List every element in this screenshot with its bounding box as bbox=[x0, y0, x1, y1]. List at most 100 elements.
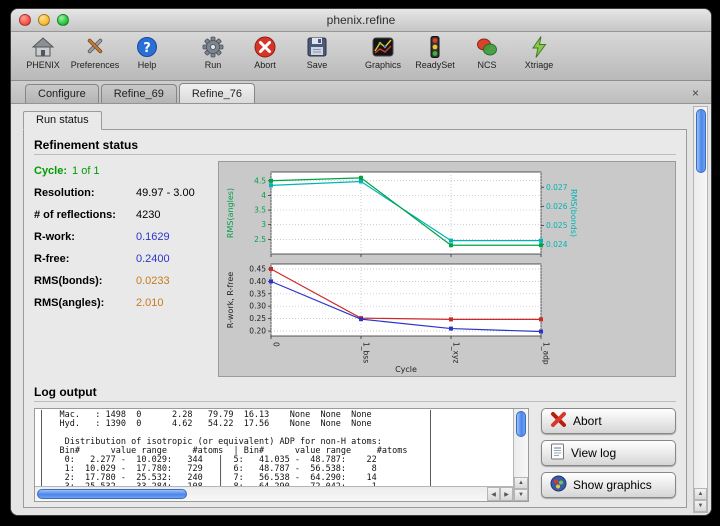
log-horizontal-scrollbar[interactable]: ◀ ▶ bbox=[35, 486, 513, 501]
svg-text:0.027: 0.027 bbox=[546, 183, 568, 192]
toolbar-label: ReadySet bbox=[415, 60, 455, 70]
toolbar-label: Xtriage bbox=[525, 60, 554, 70]
stat-reflections: # of reflections: 4230 bbox=[34, 209, 216, 221]
toolbar-label: PHENIX bbox=[26, 60, 60, 70]
stat-label: Resolution: bbox=[34, 187, 136, 199]
svg-text:?: ? bbox=[143, 41, 151, 56]
toolbar-label: Save bbox=[307, 60, 328, 70]
log-scroll-up-button[interactable]: ▲ bbox=[514, 477, 528, 489]
abort-button-label: Abort bbox=[573, 414, 602, 428]
svg-text:1_xyz: 1_xyz bbox=[452, 342, 461, 363]
toolbar-label: Graphics bbox=[365, 60, 401, 70]
log-hscroll-thumb[interactable] bbox=[37, 489, 187, 499]
refinement-stats: Cycle: 1 of 1 Resolution: 49.97 - 3.00 #… bbox=[34, 161, 216, 319]
svg-text:R-work, R-free: R-work, R-free bbox=[226, 272, 235, 329]
svg-text:0.30: 0.30 bbox=[249, 302, 266, 311]
xtriage-bolt-icon bbox=[527, 35, 551, 59]
phenix-home-icon bbox=[31, 35, 55, 59]
refinement-area: Cycle: 1 of 1 Resolution: 49.97 - 3.00 #… bbox=[34, 161, 676, 379]
help-icon: ? bbox=[135, 35, 159, 59]
window-title: phenix.refine bbox=[11, 13, 711, 27]
svg-text:4: 4 bbox=[261, 191, 266, 200]
main-vscroll-thumb[interactable] bbox=[696, 109, 706, 173]
tab-close-button[interactable]: × bbox=[688, 86, 703, 103]
stat-value: 2.010 bbox=[136, 297, 164, 309]
stat-value: 49.97 - 3.00 bbox=[136, 187, 195, 199]
svg-text:0.45: 0.45 bbox=[249, 264, 266, 273]
tab-run-status[interactable]: Run status bbox=[23, 111, 102, 130]
svg-text:3.5: 3.5 bbox=[254, 206, 266, 215]
stat-value: 0.1629 bbox=[136, 231, 170, 243]
stat-label: # of reflections: bbox=[34, 209, 136, 221]
action-buttons: Abort View log Show graphi bbox=[541, 408, 676, 498]
svg-text:0.026: 0.026 bbox=[546, 202, 568, 211]
abort-x-icon bbox=[550, 411, 567, 431]
log-output-box[interactable]: | Mac. : 1498 0 2.28 79.79 16.13 None No… bbox=[34, 408, 529, 502]
refinement-chart: 2.533.544.50.0240.0250.0260.027RMS(angle… bbox=[219, 162, 675, 376]
main-scroll-up-button[interactable]: ▲ bbox=[694, 488, 707, 500]
tab-refine-76[interactable]: Refine_76 bbox=[179, 83, 255, 103]
toolbar-label: Help bbox=[138, 60, 157, 70]
stat-value: 0.2400 bbox=[136, 253, 170, 265]
phenix-refine-window: phenix.refine PHENIX Preferences ? Help bbox=[10, 8, 712, 516]
svg-text:0.25: 0.25 bbox=[249, 314, 266, 323]
stat-label: RMS(angles): bbox=[34, 297, 136, 309]
svg-text:0.40: 0.40 bbox=[249, 277, 266, 286]
toolbar-label: Preferences bbox=[71, 60, 120, 70]
main-scroll-down-button[interactable]: ▼ bbox=[694, 500, 707, 512]
tab-refine-69[interactable]: Refine_69 bbox=[101, 84, 177, 103]
svg-text:0.024: 0.024 bbox=[546, 240, 568, 249]
svg-text:Cycle: Cycle bbox=[395, 365, 417, 374]
svg-text:1_adp: 1_adp bbox=[542, 342, 551, 365]
toolbar-readyset-button[interactable]: ReadySet bbox=[409, 34, 461, 70]
titlebar: phenix.refine bbox=[11, 9, 711, 32]
toolbar-graphics-button[interactable]: Graphics bbox=[357, 34, 409, 70]
svg-text:1_bss: 1_bss bbox=[362, 342, 371, 363]
stat-rms-bonds: RMS(bonds): 0.0233 bbox=[34, 275, 216, 287]
toolbar-help-button[interactable]: ? Help bbox=[121, 34, 173, 70]
toolbar-label: NCS bbox=[477, 60, 496, 70]
toolbar-ncs-button[interactable]: NCS bbox=[461, 34, 513, 70]
refinement-chart-panel: 2.533.544.50.0240.0250.0260.027RMS(angle… bbox=[218, 161, 676, 377]
readyset-traffic-light-icon bbox=[423, 35, 447, 59]
toolbar-run-button[interactable]: Run bbox=[187, 34, 239, 70]
log-row: | Mac. : 1498 0 2.28 79.79 16.13 None No… bbox=[34, 408, 676, 502]
ncs-icon bbox=[475, 35, 499, 59]
log-scroll-left-button[interactable]: ◀ bbox=[487, 487, 500, 501]
toolbar: PHENIX Preferences ? Help Run bbox=[11, 32, 711, 81]
toolbar-phenix-button[interactable]: PHENIX bbox=[17, 34, 69, 70]
refinement-status-heading: Refinement status bbox=[34, 138, 676, 155]
preferences-tools-icon bbox=[83, 35, 107, 59]
toolbar-abort-button[interactable]: Abort bbox=[239, 34, 291, 70]
log-vertical-scrollbar[interactable]: ▲ ▼ bbox=[513, 409, 528, 501]
main-vertical-scrollbar[interactable]: ▲ ▼ bbox=[693, 106, 708, 513]
show-graphics-button[interactable]: Show graphics bbox=[541, 472, 676, 498]
svg-text:0.20: 0.20 bbox=[249, 327, 266, 336]
toolbar-xtriage-button[interactable]: Xtriage bbox=[513, 34, 565, 70]
view-log-button[interactable]: View log bbox=[541, 440, 676, 466]
toolbar-label: Abort bbox=[254, 60, 276, 70]
log-vscroll-thumb[interactable] bbox=[516, 411, 526, 437]
content-area: Run status Refinement status Cycle: 1 of… bbox=[11, 104, 711, 516]
log-output-heading: Log output bbox=[34, 385, 676, 402]
abort-button[interactable]: Abort bbox=[541, 408, 676, 434]
graphics-chart-icon bbox=[371, 35, 395, 59]
run-status-panel: Refinement status Cycle: 1 of 1 Resoluti… bbox=[23, 129, 687, 508]
svg-text:0: 0 bbox=[272, 342, 281, 347]
stat-value: 4230 bbox=[136, 209, 160, 221]
stat-value: 0.0233 bbox=[136, 275, 170, 287]
stat-label: R-work: bbox=[34, 231, 136, 243]
toolbar-preferences-button[interactable]: Preferences bbox=[69, 34, 121, 70]
stat-resolution: Resolution: 49.97 - 3.00 bbox=[34, 187, 216, 199]
toolbar-save-button[interactable]: Save bbox=[291, 34, 343, 70]
abort-icon bbox=[253, 35, 277, 59]
show-graphics-icon bbox=[550, 475, 567, 495]
save-disk-icon bbox=[305, 35, 329, 59]
tab-configure[interactable]: Configure bbox=[25, 84, 99, 103]
svg-text:4.5: 4.5 bbox=[254, 176, 266, 185]
log-scroll-down-button[interactable]: ▼ bbox=[514, 489, 528, 501]
run-gear-icon bbox=[201, 35, 225, 59]
log-scroll-right-button[interactable]: ▶ bbox=[500, 487, 513, 501]
stat-rms-angles: RMS(angles): 2.010 bbox=[34, 297, 216, 309]
svg-text:0.35: 0.35 bbox=[249, 289, 266, 298]
